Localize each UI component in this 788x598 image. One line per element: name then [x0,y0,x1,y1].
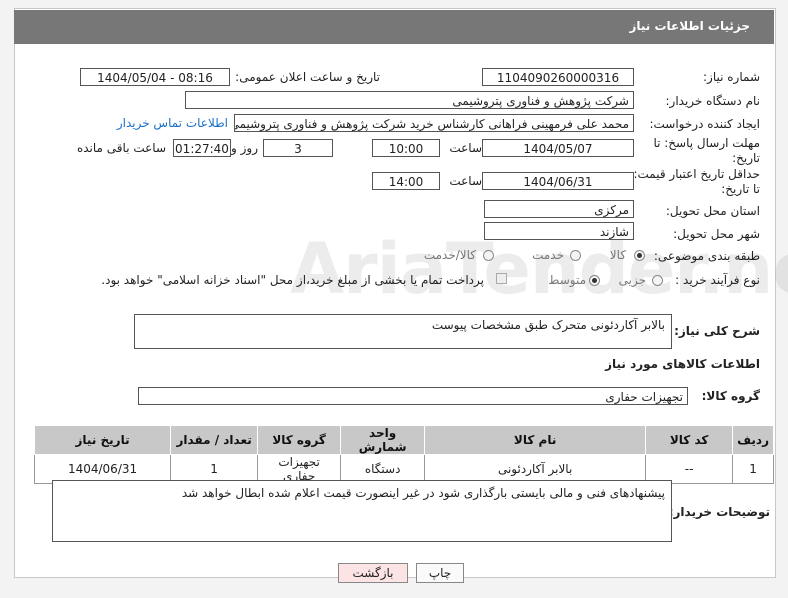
deadline-time-label: ساعت [449,141,482,155]
back-button[interactable]: بازگشت [338,563,408,583]
validity-label: حداقل تاریخ اعتبار قیمت: [633,167,760,181]
page-header: جزئیات اطلاعات نیاز [14,10,774,44]
description-textarea: بالابر آکاردئونی متحرک طبق مشخصات پیوست [134,314,672,349]
need-number-label: شماره نیاز: [703,70,760,84]
col-header-row-number: ردیف [732,425,774,455]
buyer-org-label: نام دستگاه خریدار: [665,94,761,108]
description-label: شرح کلی نیاز: [674,324,760,338]
days-label: روز و [231,141,258,155]
col-header-name: نام کالا [424,425,647,455]
col-header-group: گروه کالا [257,425,342,455]
purchase-radio-medium[interactable] [589,275,600,286]
requester-label: ایجاد کننده درخواست: [649,117,760,131]
deadline-date-field: 1404/05/07 [482,139,634,157]
purchase-option-minor: جزیی [618,273,646,287]
treasury-payment-checkbox[interactable] [496,273,507,284]
validity-time-label: ساعت [449,174,482,188]
deadline-label: مهلت ارسال پاسخ: تا [653,136,760,150]
deadline-time-field: 10:00 [372,139,440,157]
col-header-unit: واحد شمارش [340,425,426,455]
col-header-quantity: تعداد / مقدار [170,425,259,455]
remaining-time-field: 01:27:40 [173,139,231,157]
city-field: شازند [484,222,634,240]
category-option-goods: کالا [609,248,626,262]
goods-group-label: گروه کالا: [701,389,760,403]
goods-table: ردیف کد کالا نام کالا واحد شمارش گروه کا… [33,425,774,484]
cell-row-number: 1 [732,454,774,484]
purchase-type-label: نوع فرآیند خرید : [675,273,760,287]
print-button[interactable]: چاپ [416,563,464,583]
city-label: شهر محل تحویل: [673,227,760,241]
goods-info-title: اطلاعات کالاهای مورد نیاز [605,357,760,371]
category-radio-service[interactable] [570,250,581,261]
province-field: مرکزی [484,200,634,218]
category-label: طبقه بندی موضوعی: [653,249,760,263]
validity-label-date: تا تاریخ: [721,182,760,196]
need-number-field: 1104090260000316 [482,68,634,86]
category-radio-goods[interactable] [634,250,645,261]
category-radio-both[interactable] [483,250,494,261]
buyer-notes-text: پیشنهادهای فنی و مالی بایستی بارگذاری شو… [181,486,665,500]
description-text: بالابر آکاردئونی متحرک طبق مشخصات پیوست [431,318,665,332]
remaining-label: ساعت باقی مانده [76,141,166,155]
table-header-row: ردیف کد کالا نام کالا واحد شمارش گروه کا… [33,425,774,455]
announce-field: 1404/05/04 - 08:16 [80,68,230,86]
announce-label: تاریخ و ساعت اعلان عمومی: [235,70,380,84]
requester-field: محمد علی فرمهینی فراهانی کارشناس خرید شر… [234,114,634,132]
col-header-code: کد کالا [645,425,734,455]
buyer-org-field: شرکت پژوهش و فناوری پتروشیمی [185,91,634,109]
purchase-radio-minor[interactable] [652,275,663,286]
category-option-service: خدمت [532,248,564,262]
page-title: جزئیات اطلاعات نیاز [629,19,750,33]
validity-time-field: 14:00 [372,172,440,190]
col-header-date: تاریخ نیاز [33,425,172,455]
days-field: 3 [263,139,333,157]
purchase-option-medium: متوسط [548,273,586,287]
buyer-notes-textarea: پیشنهادهای فنی و مالی بایستی بارگذاری شو… [52,480,672,542]
deadline-label-date: تاریخ: [732,151,760,165]
category-option-both: کالا/خدمت [423,248,476,262]
payment-note: پرداخت تمام یا بخشی از مبلغ خرید،از محل … [101,273,484,287]
contact-buyer-link[interactable]: اطلاعات تماس خریدار [117,116,228,130]
goods-group-field: تجهیزات حفاری [138,387,688,405]
province-label: استان محل تحویل: [665,204,760,218]
buyer-notes-label: توضیحات خریدار: [668,505,770,519]
validity-date-field: 1404/06/31 [482,172,634,190]
